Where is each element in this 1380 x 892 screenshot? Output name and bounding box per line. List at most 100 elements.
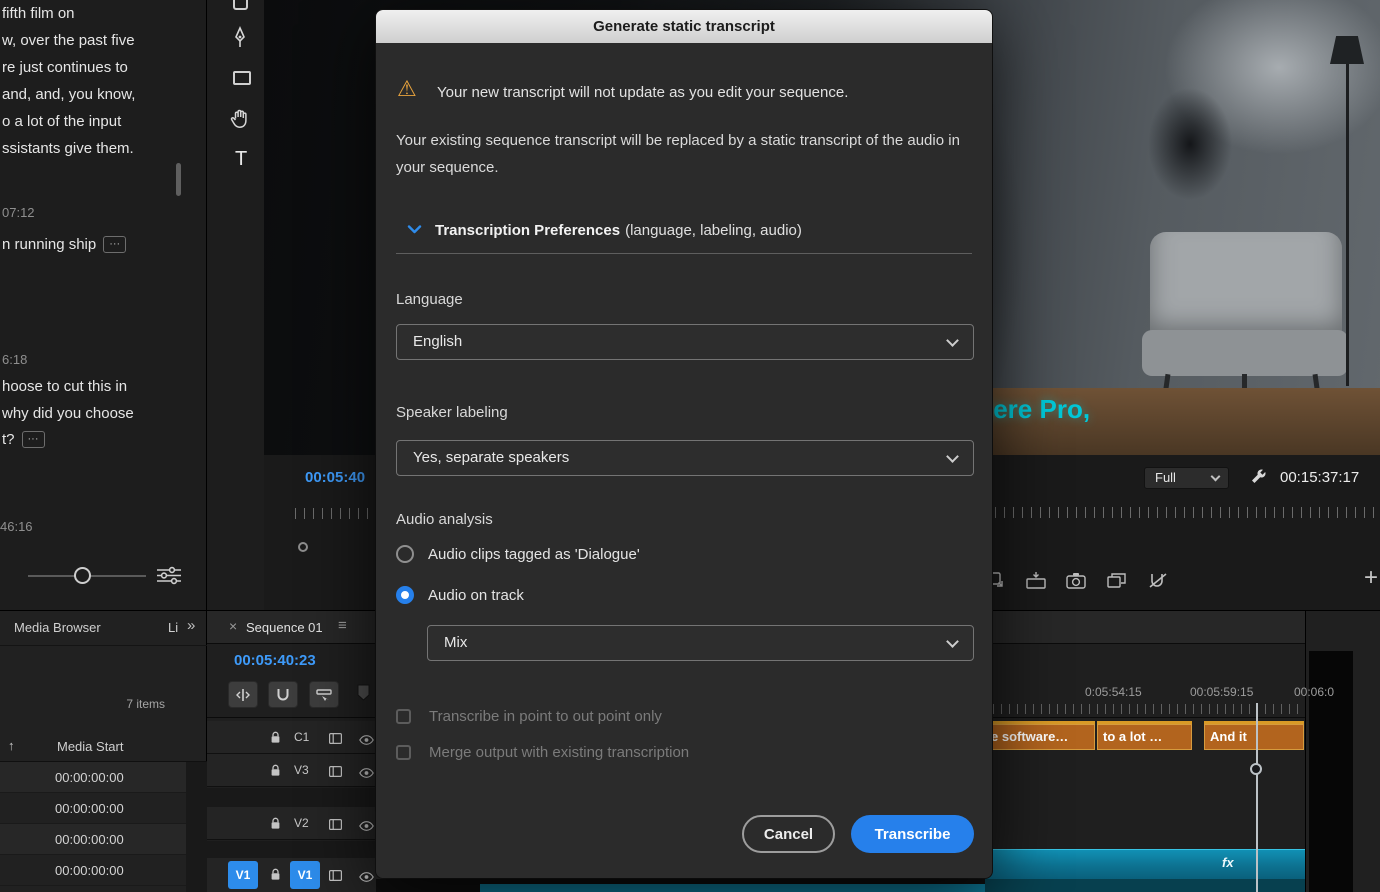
filter-sliders-icon[interactable] bbox=[156, 566, 182, 590]
close-icon[interactable]: × bbox=[229, 618, 237, 634]
timeline-mini-ruler[interactable] bbox=[995, 507, 1380, 518]
scene-chair-seat bbox=[1142, 330, 1348, 376]
plus-button-icon[interactable]: + bbox=[1364, 564, 1378, 592]
radio-audio-clips-dialogue[interactable]: Audio clips tagged as 'Dialogue' bbox=[396, 545, 640, 563]
source-patch-icon[interactable] bbox=[329, 731, 342, 749]
ruler-timestamp: 0:05:54:15 bbox=[1085, 685, 1142, 699]
lock-icon[interactable] bbox=[270, 731, 281, 749]
sort-ascending-icon[interactable]: ↑ bbox=[8, 738, 15, 753]
divider bbox=[396, 253, 972, 254]
transcript-line: n running ship··· bbox=[2, 236, 126, 253]
video-clip[interactable]: e software… bbox=[985, 721, 1095, 750]
radio-label: Audio clips tagged as 'Dialogue' bbox=[428, 546, 640, 563]
media-row[interactable]: 00:00:00:00 bbox=[0, 793, 186, 824]
checkbox-merge-output[interactable]: Merge output with existing transcription bbox=[396, 744, 689, 761]
chevron-down-icon bbox=[946, 635, 959, 648]
lock-icon[interactable] bbox=[270, 764, 281, 782]
target-track-badge[interactable]: V1 bbox=[290, 861, 320, 889]
rectangle-tool-icon[interactable] bbox=[233, 71, 251, 85]
video-clip[interactable]: to a lot … bbox=[1097, 721, 1192, 750]
playhead-timecode: 00:05:40 bbox=[305, 469, 365, 486]
radio-audio-on-track[interactable]: Audio on track bbox=[396, 586, 524, 604]
track-output-eye-icon[interactable] bbox=[359, 869, 374, 887]
timeline-bottom-strip bbox=[376, 879, 985, 892]
media-row[interactable]: 00:00:00:00 bbox=[0, 855, 186, 886]
chevron-down-icon bbox=[946, 334, 959, 347]
column-header-media-start[interactable]: Media Start bbox=[57, 739, 123, 754]
insert-point-button[interactable] bbox=[228, 681, 258, 708]
source-patch-icon[interactable] bbox=[329, 868, 342, 886]
track-dropdown[interactable]: Mix bbox=[427, 625, 974, 661]
zoom-slider-knob[interactable] bbox=[74, 567, 91, 584]
chevron-down-icon bbox=[946, 450, 959, 463]
panel-overflow-chevrons-icon[interactable]: » bbox=[187, 617, 195, 634]
divider bbox=[0, 645, 207, 646]
media-row[interactable]: 00:00:00:00 bbox=[0, 824, 186, 855]
scrollbar-gutter[interactable] bbox=[186, 762, 207, 892]
snap-off-icon[interactable] bbox=[1148, 572, 1168, 594]
items-count: 7 items bbox=[60, 697, 165, 711]
tab-media-browser[interactable]: Media Browser bbox=[14, 620, 101, 635]
source-patch-icon[interactable] bbox=[329, 817, 342, 835]
ellipsis-badge[interactable]: ··· bbox=[22, 431, 45, 448]
speaker-labeling-dropdown[interactable]: Yes, separate speakers bbox=[396, 440, 974, 476]
prefs-heading-suffix: (language, labeling, audio) bbox=[625, 222, 802, 239]
checkbox-in-out-point[interactable]: Transcribe in point to out point only bbox=[396, 708, 662, 725]
lock-icon[interactable] bbox=[270, 868, 281, 886]
multicam-icon[interactable] bbox=[1107, 572, 1127, 594]
pen-tool-icon[interactable] bbox=[231, 26, 249, 54]
radio-button-checked[interactable] bbox=[396, 586, 414, 604]
tab-sequence-01[interactable]: Sequence 01 bbox=[246, 620, 323, 635]
insert-icon[interactable] bbox=[1026, 572, 1046, 594]
transcript-line: o a lot of the input bbox=[2, 108, 135, 135]
checkbox-unchecked[interactable] bbox=[396, 745, 411, 760]
scrollbar[interactable] bbox=[176, 163, 181, 196]
source-patch-icon[interactable] bbox=[329, 764, 342, 782]
ellipsis-badge[interactable]: ··· bbox=[103, 236, 126, 253]
transcript-line: fifth film on bbox=[2, 0, 135, 27]
track-output-eye-icon[interactable] bbox=[359, 732, 374, 750]
track-label: V3 bbox=[294, 763, 309, 777]
chevron-down-icon bbox=[407, 225, 422, 235]
transcript-panel: fifth film on w, over the past five re j… bbox=[0, 0, 207, 610]
language-value: English bbox=[413, 333, 462, 350]
dialog-titlebar[interactable]: Generate static transcript bbox=[376, 10, 992, 43]
checkbox-unchecked[interactable] bbox=[396, 709, 411, 724]
speaker-labeling-value: Yes, separate speakers bbox=[413, 449, 569, 466]
transcript-text: t? bbox=[2, 431, 15, 448]
transcribe-button[interactable]: Transcribe bbox=[851, 815, 974, 853]
playhead[interactable] bbox=[1256, 703, 1258, 892]
marker-tag-icon[interactable] bbox=[356, 684, 371, 706]
transcription-preferences-expander[interactable]: Transcription Preferences (language, lab… bbox=[407, 219, 802, 241]
linked-selection-button[interactable] bbox=[309, 681, 339, 708]
premiere-pro-watermark: iere Pro, bbox=[986, 394, 1090, 425]
scrollbar-handle[interactable] bbox=[298, 542, 308, 552]
language-dropdown[interactable]: English bbox=[396, 324, 974, 360]
transcript-paragraph: fifth film on w, over the past five re j… bbox=[2, 0, 135, 162]
track-output-eye-icon[interactable] bbox=[359, 818, 374, 836]
video-clip[interactable]: And it bbox=[1204, 721, 1304, 750]
dialog-body-text: Your existing sequence transcript will b… bbox=[396, 127, 962, 181]
generate-static-transcript-dialog: Generate static transcript ⚠ Your new tr… bbox=[376, 10, 992, 878]
checkbox-label: Transcribe in point to out point only bbox=[429, 708, 662, 725]
audio-meters-panel bbox=[1305, 611, 1380, 892]
lock-icon[interactable] bbox=[270, 817, 281, 835]
radio-button-unchecked[interactable] bbox=[396, 545, 414, 563]
track-output-eye-icon[interactable] bbox=[359, 765, 374, 783]
snap-magnet-button[interactable] bbox=[268, 681, 298, 708]
hand-tool-icon[interactable] bbox=[230, 108, 251, 136]
playhead-handle[interactable] bbox=[1250, 763, 1262, 775]
track-select-tool-icon[interactable] bbox=[233, 0, 248, 10]
source-track-badge[interactable]: V1 bbox=[228, 861, 258, 889]
zoom-level-dropdown[interactable]: Full bbox=[1144, 467, 1229, 489]
cancel-button[interactable]: Cancel bbox=[742, 815, 835, 853]
settings-wrench-icon[interactable] bbox=[1250, 468, 1267, 490]
media-row[interactable]: 00:00:00:00 bbox=[0, 762, 186, 793]
tools-panel: T bbox=[207, 0, 264, 610]
tab-partial[interactable]: Li bbox=[168, 620, 178, 635]
panel-menu-icon[interactable]: ≡ bbox=[338, 617, 347, 634]
camera-icon[interactable] bbox=[1066, 572, 1086, 594]
transcript-line: ssistants give them. bbox=[2, 135, 135, 162]
type-tool-icon[interactable]: T bbox=[235, 148, 247, 171]
track-label: V2 bbox=[294, 816, 309, 830]
